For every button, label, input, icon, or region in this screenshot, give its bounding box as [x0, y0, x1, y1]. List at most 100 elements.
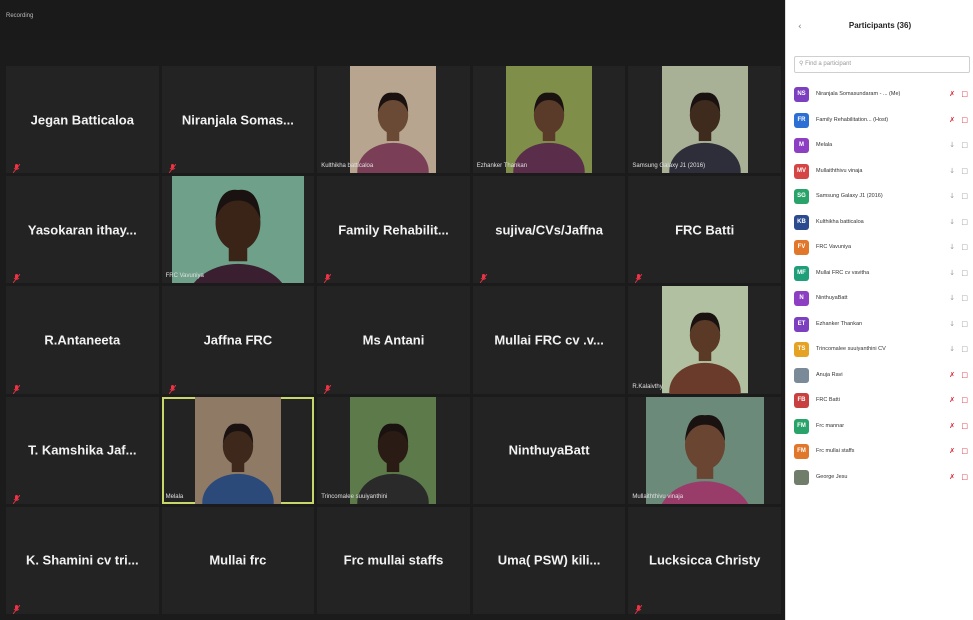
mic-icon[interactable]: ↓ □ [949, 192, 970, 200]
participant-row[interactable]: FM Frc mullai staffs ✗ □ [794, 439, 973, 465]
participant-tile[interactable]: R.Antaneeta [6, 286, 159, 394]
avatar: KB [794, 214, 809, 230]
participant-name: Ezhanker Thankan [816, 320, 863, 327]
video-caption: Melala [165, 493, 184, 500]
mic-icon[interactable]: ↓ □ [949, 243, 970, 251]
participant-tile[interactable]: Samsung Galaxy J1 (2016) [628, 66, 781, 174]
participant-row[interactable]: FV FRC Vavuniya ↓ □ [794, 235, 973, 261]
mic-muted-icon[interactable]: ✗ □ [949, 473, 970, 481]
mic-muted-icon[interactable]: ✗ □ [949, 90, 970, 98]
participant-row[interactable]: N NinthuyaBatt ↓ □ [794, 286, 973, 312]
participant-name: Mullai frc [209, 552, 267, 568]
mic-muted-icon[interactable]: ✗ □ [949, 371, 970, 379]
participant-video [661, 286, 748, 394]
avatar: TS [794, 342, 809, 357]
participants-title: Participants (36) [848, 21, 912, 30]
participant-row[interactable]: MF Mullai FRC cv vavitha ↓ □ [794, 261, 973, 287]
meeting-area: Recording Jegan Batticaloa Niranjala Soma… [0, 0, 785, 620]
participant-name: T. Kamshika Jaf... [28, 442, 137, 458]
participant-tile[interactable]: Lucksicca Christy [628, 506, 781, 614]
participant-tile[interactable]: Mullai frc [161, 506, 315, 614]
participant-tile[interactable]: FRC Batti [628, 176, 781, 284]
mic-icon[interactable]: ↓ □ [949, 294, 970, 302]
participant-tile[interactable]: Jegan Batticaloa [6, 66, 159, 174]
avatar: FB [794, 393, 809, 408]
participant-row[interactable]: Anuja Ravi ✗ □ [794, 363, 973, 389]
participant-tile[interactable]: Yasokaran ithay... [6, 176, 159, 284]
participant-row[interactable]: TS Trincomalee suuiyanthini CV ↓ □ [794, 337, 973, 363]
participant-tile[interactable]: Family Rehabilit... [317, 176, 470, 284]
participant-name: FRC Vavuniya [816, 244, 852, 250]
mic-icon[interactable]: ↓ □ [949, 141, 970, 149]
mic-muted-icon [323, 379, 332, 394]
participant-name: Yasokaran ithay... [27, 222, 137, 238]
mic-muted-icon [12, 599, 21, 614]
mic-muted-icon[interactable]: ✗ □ [949, 116, 970, 124]
participant-tile[interactable]: FRC Vavuniya [161, 176, 315, 284]
participant-video [506, 66, 593, 174]
mic-icon[interactable]: ↓ □ [949, 167, 970, 175]
participants-panel: ‹ Participants (36) ⚲ Find a participant… [785, 0, 973, 620]
participant-name: Uma( PSW) kili... [497, 552, 601, 568]
mic-icon[interactable]: ↓ □ [949, 320, 970, 328]
participant-name: Mullai FRC cv vavitha [816, 269, 870, 276]
mic-muted-icon[interactable]: ✗ □ [949, 422, 970, 430]
participant-tile[interactable]: Trincomalee suuiyanthini [317, 396, 470, 504]
participant-video [661, 66, 748, 174]
participant-row[interactable]: George Jesu ✗ □ [794, 465, 973, 491]
participant-name: Trincomalee suuiyanthini CV [816, 346, 886, 352]
mic-muted-icon[interactable]: ✗ □ [949, 396, 970, 404]
participant-tile[interactable]: Melala [161, 396, 315, 504]
participant-name: Lucksicca Christy [649, 552, 761, 568]
participant-tile[interactable]: Niranjala Somas... [161, 66, 315, 174]
mic-muted-icon[interactable]: ✗ □ [949, 447, 970, 455]
participant-row[interactable]: KB Kulthikha batticaloa ↓ □ [794, 210, 973, 236]
participant-name: Niranjala Somasundaram - ... (Me) [816, 91, 901, 97]
participant-tile[interactable]: Mullai FRC cv .v... [472, 286, 626, 394]
mic-muted-icon [12, 158, 21, 174]
participant-row[interactable]: NS Niranjala Somasundaram - ... (Me) ✗ □ [794, 82, 973, 108]
participant-tile[interactable]: Jaffna FRC [161, 286, 315, 394]
participant-tile[interactable]: K. Shamini cv tri... [6, 506, 159, 614]
participant-row[interactable]: FM Frc mannar ✗ □ [794, 414, 973, 440]
mic-icon[interactable]: ↓ □ [949, 269, 970, 277]
video-caption: Mullaiththivu vinaja [632, 493, 684, 500]
avatar: SG [794, 189, 809, 204]
avatar: FV [794, 240, 809, 255]
video-caption: R.Kalaivthy [632, 383, 663, 390]
search-placeholder: Find a participant [805, 61, 852, 67]
participant-tile[interactable]: T. Kamshika Jaf... [6, 396, 159, 504]
video-caption: Ezhanker Thankan [476, 163, 528, 170]
participant-tile[interactable]: NinthuyaBatt [472, 396, 626, 504]
participant-name: Frc mannar [816, 422, 845, 429]
participant-name: Kulthikha batticaloa [816, 218, 864, 225]
participant-name: George Jesu [816, 473, 848, 480]
participant-row[interactable]: SG Samsung Galaxy J1 (2016) ↓ □ [794, 184, 973, 210]
participant-tile[interactable]: Mullaiththivu vinaja [628, 396, 781, 504]
participant-tile[interactable]: Ezhanker Thankan [472, 66, 626, 174]
participant-row[interactable]: FR Family Rehabilitation... (Host) ✗ □ [794, 108, 973, 134]
participant-name: Mullai FRC cv .v... [494, 332, 604, 348]
participant-row[interactable]: M Melala ↓ □ [794, 133, 973, 159]
mic-muted-icon [635, 268, 643, 284]
participant-tile[interactable]: Frc mullai staffs [317, 506, 470, 614]
mic-icon[interactable]: ↓ □ [949, 218, 970, 226]
participant-tile[interactable]: Ms Antani [317, 286, 470, 394]
participant-row[interactable]: MV Mullaiththivu vinaja ↓ □ [794, 159, 973, 185]
mic-icon[interactable]: ↓ □ [949, 345, 970, 353]
participant-tile[interactable]: Kulthikha batticaloa [317, 66, 470, 174]
participants-header: ‹ Participants (36) [786, 0, 973, 56]
participant-tile[interactable]: R.Kalaivthy [628, 286, 781, 394]
participant-tile[interactable]: Uma( PSW) kili... [472, 506, 626, 614]
participant-tile[interactable]: sujiva/CVs/Jaffna [472, 176, 626, 284]
mic-muted-icon [12, 489, 21, 504]
participant-name: Anuja Ravi [816, 371, 843, 378]
participant-row[interactable]: FB FRC Batti ✗ □ [794, 388, 973, 414]
participant-name: Frc mullai staffs [343, 552, 444, 568]
mic-muted-icon [12, 268, 21, 284]
avatar: M [794, 138, 809, 153]
video-caption: Trincomalee suuiyanthini [321, 493, 388, 500]
avatar: MF [794, 265, 809, 281]
participant-row[interactable]: ET Ezhanker Thankan ↓ □ [794, 312, 973, 338]
participant-search-input[interactable]: ⚲ Find a participant [794, 56, 970, 73]
